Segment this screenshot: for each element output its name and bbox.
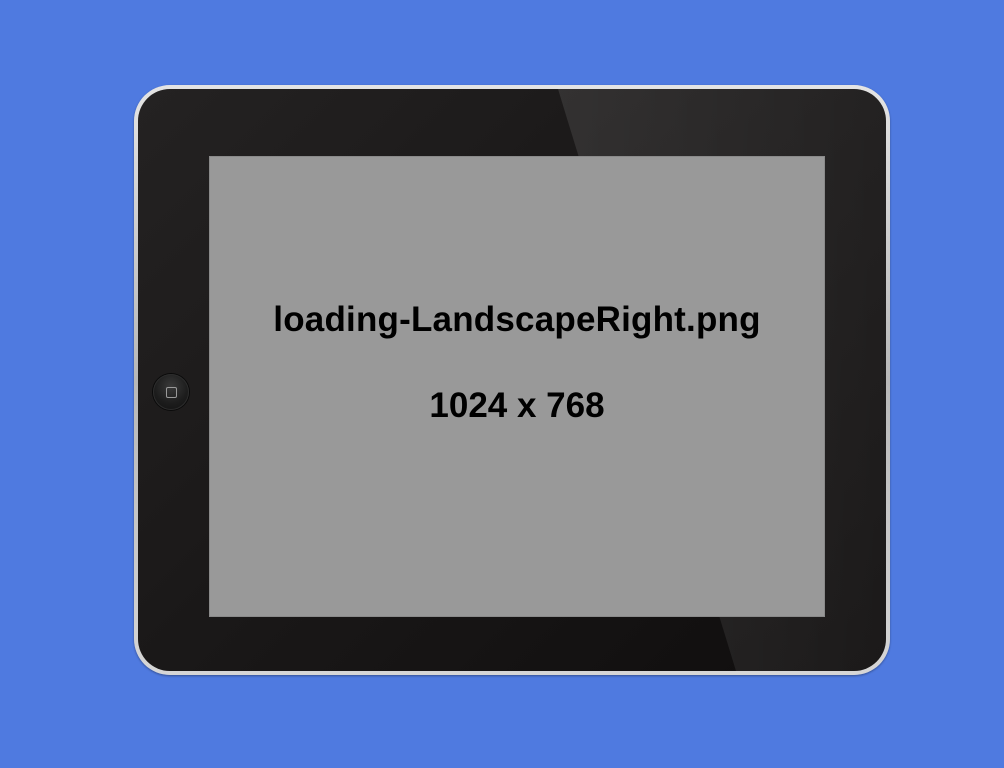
stage-background: loading-LandscapeRight.png 1024 x 768 <box>0 0 1004 768</box>
home-button[interactable] <box>153 374 189 410</box>
tablet-screen: loading-LandscapeRight.png 1024 x 768 <box>209 156 825 617</box>
home-button-square-icon <box>165 386 177 398</box>
tablet-bezel: loading-LandscapeRight.png 1024 x 768 <box>138 89 886 671</box>
screen-file-name: loading-LandscapeRight.png <box>273 299 761 339</box>
screen-dimensions: 1024 x 768 <box>429 385 605 425</box>
tablet-device-frame: loading-LandscapeRight.png 1024 x 768 <box>134 85 890 675</box>
